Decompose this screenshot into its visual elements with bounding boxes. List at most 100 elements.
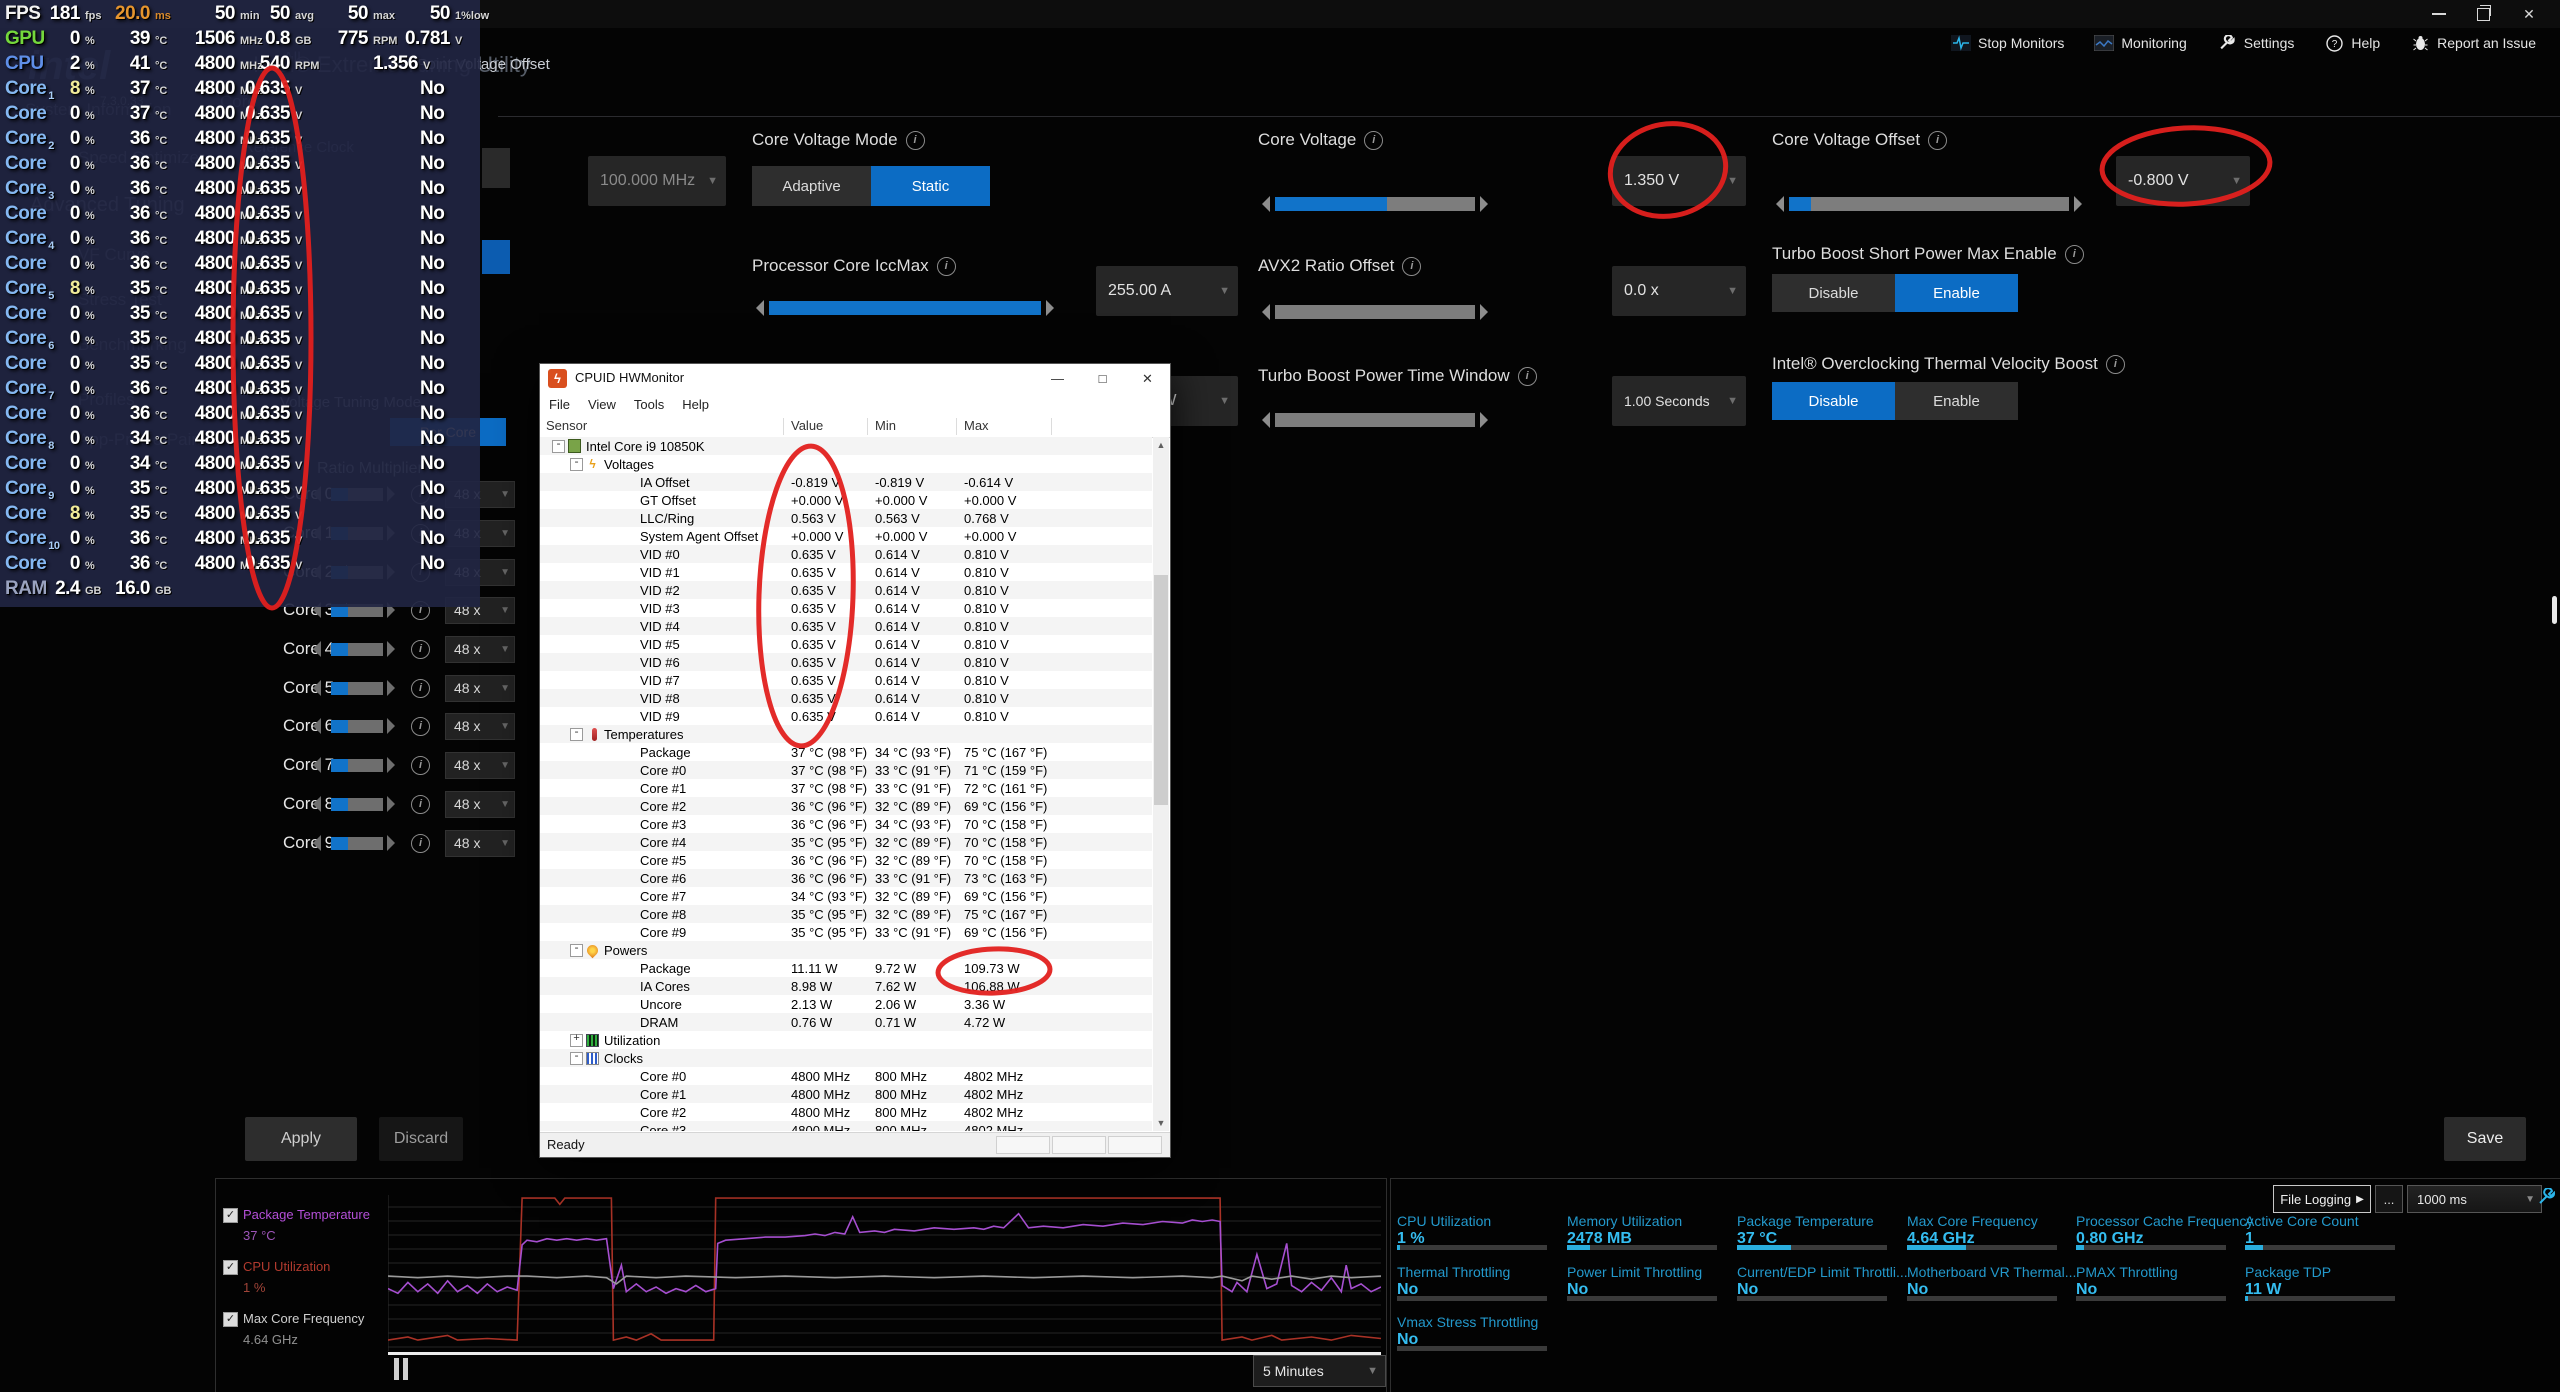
scroll-up-icon[interactable]: ▲ <box>1153 437 1169 453</box>
sensor-row-voltages[interactable]: -ϟVoltages <box>540 455 1152 473</box>
info-icon[interactable]: i <box>2106 355 2125 374</box>
info-icon[interactable]: i <box>1402 257 1421 276</box>
hwm-menu-view[interactable]: View <box>579 397 625 412</box>
sensor-row-core-2[interactable]: Core #236 °C (96 °F)32 °C (89 °F)69 °C (… <box>540 797 1152 815</box>
sensor-row-vid-1[interactable]: VID #10.635 V0.614 V0.810 V <box>540 563 1152 581</box>
toggle-option-enable[interactable]: Enable <box>1895 274 2018 312</box>
sensor-row-core-1[interactable]: Core #137 °C (98 °F)33 °C (91 °F)72 °C (… <box>540 779 1152 797</box>
info-icon[interactable]: i <box>1364 131 1383 150</box>
sensor-row-vid-9[interactable]: VID #90.635 V0.614 V0.810 V <box>540 707 1152 725</box>
toolbar-report-an-issue[interactable]: Report an Issue <box>2410 35 2536 51</box>
otvb-toggle[interactable]: DisableEnable <box>1772 382 2018 420</box>
tree-expander-icon[interactable]: - <box>552 440 565 453</box>
hwm-menu-help[interactable]: Help <box>673 397 718 412</box>
sensor-row-ia-offset[interactable]: IA Offset-0.819 V-0.819 V-0.614 V <box>540 473 1152 491</box>
tree-expander-icon[interactable]: - <box>570 458 583 471</box>
ratio-slider[interactable] <box>331 798 383 811</box>
scroll-down-icon[interactable]: ▼ <box>1153 1115 1169 1131</box>
sensor-row-package[interactable]: Package37 °C (98 °F)34 °C (93 °F)75 °C (… <box>540 743 1152 761</box>
sensor-row-llc-ring[interactable]: LLC/Ring0.563 V0.563 V0.768 V <box>540 509 1152 527</box>
toolbar-help[interactable]: ?Help <box>2324 35 2380 51</box>
toolbar-settings[interactable]: Settings <box>2217 35 2295 51</box>
sensor-row-clocks[interactable]: -Clocks <box>540 1049 1152 1067</box>
legend-checkbox[interactable]: ✓ <box>223 1312 238 1327</box>
sensor-row-core-3[interactable]: Core #34800 MHz800 MHz4802 MHz <box>540 1121 1152 1131</box>
core-voltage-mode-toggle[interactable]: AdaptiveStatic <box>752 166 990 206</box>
column-header-sensor[interactable]: Sensor <box>546 418 587 433</box>
sensor-row-package[interactable]: Package11.11 W9.72 W109.73 W <box>540 959 1152 977</box>
sensor-row-vid-6[interactable]: VID #60.635 V0.614 V0.810 V <box>540 653 1152 671</box>
increase-arrow-icon[interactable] <box>387 835 395 851</box>
sensor-row-core-9[interactable]: Core #935 °C (95 °F)33 °C (91 °F)69 °C (… <box>540 923 1152 941</box>
tree-expander-icon[interactable]: - <box>570 728 583 741</box>
info-icon[interactable]: i <box>411 679 430 698</box>
column-header-max[interactable]: Max <box>964 418 989 433</box>
core-voltage-slider[interactable] <box>1262 196 1488 212</box>
pause-button[interactable] <box>394 1358 412 1380</box>
sensor-row-core-2[interactable]: Core #24800 MHz800 MHz4802 MHz <box>540 1103 1152 1121</box>
sensor-row-intel-core-i9-10850k[interactable]: -Intel Core i9 10850K <box>540 437 1152 455</box>
sensor-row-temperatures[interactable]: -Temperatures <box>540 725 1152 743</box>
increase-arrow-icon[interactable] <box>387 641 395 657</box>
tb-time-window-slider[interactable] <box>1262 412 1488 428</box>
avx2-offset-select[interactable]: 0.0 x▼ <box>1612 266 1746 316</box>
sensor-row-vid-2[interactable]: VID #20.635 V0.614 V0.810 V <box>540 581 1152 599</box>
tb-short-power-toggle[interactable]: DisableEnable <box>1772 274 2018 312</box>
sensor-row-core-8[interactable]: Core #835 °C (95 °F)32 °C (89 °F)75 °C (… <box>540 905 1152 923</box>
sensor-row-vid-0[interactable]: VID #00.635 V0.614 V0.810 V <box>540 545 1152 563</box>
increase-arrow-icon[interactable] <box>387 757 395 773</box>
info-icon[interactable]: i <box>411 834 430 853</box>
ratio-select[interactable]: 48 x▼ <box>445 675 515 702</box>
sensor-row-powers[interactable]: -Powers <box>540 941 1152 959</box>
reference-clock-select[interactable]: 100.000 MHz▼ <box>588 156 726 206</box>
ratio-select[interactable]: 48 x▼ <box>445 752 515 779</box>
ratio-slider[interactable] <box>331 720 383 733</box>
increase-arrow-icon[interactable] <box>387 680 395 696</box>
ratio-select[interactable]: 48 x▼ <box>445 830 515 857</box>
sensor-row-gt-offset[interactable]: GT Offset+0.000 V+0.000 V+0.000 V <box>540 491 1152 509</box>
sensor-row-core-3[interactable]: Core #336 °C (96 °F)34 °C (93 °F)70 °C (… <box>540 815 1152 833</box>
decrease-arrow-icon[interactable] <box>313 835 321 851</box>
sensor-row-uncore[interactable]: Uncore2.13 W2.06 W3.36 W <box>540 995 1152 1013</box>
toolbar-stop-monitors[interactable]: Stop Monitors <box>1951 35 2064 51</box>
sensor-row-core-1[interactable]: Core #14800 MHz800 MHz4802 MHz <box>540 1085 1152 1103</box>
more-options-button[interactable]: ... <box>2375 1185 2403 1213</box>
wrench-icon[interactable] <box>2537 1188 2555 1206</box>
ratio-select[interactable]: 48 x▼ <box>445 636 515 663</box>
info-icon[interactable]: i <box>2065 245 2084 264</box>
hwm-close-button[interactable]: ✕ <box>1125 364 1170 393</box>
info-icon[interactable]: i <box>411 640 430 659</box>
core-voltage-offset-slider[interactable] <box>1776 196 2082 212</box>
sensor-row-system-agent-offset[interactable]: System Agent Offset+0.000 V+0.000 V+0.00… <box>540 527 1152 545</box>
hwmonitor-scrollbar[interactable]: ▲ ▼ <box>1153 437 1169 1131</box>
hwm-menu-tools[interactable]: Tools <box>625 397 673 412</box>
toggle-option-adaptive[interactable]: Adaptive <box>752 166 871 206</box>
ratio-slider[interactable] <box>331 643 383 656</box>
core-voltage-select[interactable]: 1.350 V▼ <box>1612 156 1746 206</box>
info-icon[interactable]: i <box>411 717 430 736</box>
apply-button[interactable]: Apply <box>245 1117 357 1161</box>
ratio-slider[interactable] <box>331 682 383 695</box>
info-icon[interactable]: i <box>906 131 925 150</box>
decrease-arrow-icon[interactable] <box>313 718 321 734</box>
toggle-option-enable[interactable]: Enable <box>1895 382 2018 420</box>
decrease-arrow-icon[interactable] <box>313 680 321 696</box>
increase-arrow-icon[interactable] <box>387 718 395 734</box>
sensor-row-core-0[interactable]: Core #04800 MHz800 MHz4802 MHz <box>540 1067 1152 1085</box>
sensor-row-core-6[interactable]: Core #636 °C (96 °F)33 °C (91 °F)73 °C (… <box>540 869 1152 887</box>
sensor-row-dram[interactable]: DRAM0.76 W0.71 W4.72 W <box>540 1013 1152 1031</box>
info-icon[interactable]: i <box>411 756 430 775</box>
sensor-row-vid-5[interactable]: VID #50.635 V0.614 V0.810 V <box>540 635 1152 653</box>
sensor-row-core-5[interactable]: Core #536 °C (96 °F)32 °C (89 °F)70 °C (… <box>540 851 1152 869</box>
decrease-arrow-icon[interactable] <box>313 641 321 657</box>
discard-button[interactable]: Discard <box>379 1117 463 1161</box>
file-logging-button[interactable]: File Logging▶ <box>2273 1185 2371 1213</box>
close-button[interactable]: ✕ <box>2512 2 2546 26</box>
sensor-row-vid-4[interactable]: VID #40.635 V0.614 V0.810 V <box>540 617 1152 635</box>
sensor-row-core-7[interactable]: Core #734 °C (93 °F)32 °C (89 °F)69 °C (… <box>540 887 1152 905</box>
sensor-row-core-0[interactable]: Core #037 °C (98 °F)33 °C (91 °F)71 °C (… <box>540 761 1152 779</box>
info-icon[interactable]: i <box>411 795 430 814</box>
toggle-option-disable[interactable]: Disable <box>1772 382 1895 420</box>
decrease-arrow-icon[interactable] <box>313 757 321 773</box>
hwmonitor-column-header[interactable]: SensorValueMinMax <box>540 416 1170 438</box>
